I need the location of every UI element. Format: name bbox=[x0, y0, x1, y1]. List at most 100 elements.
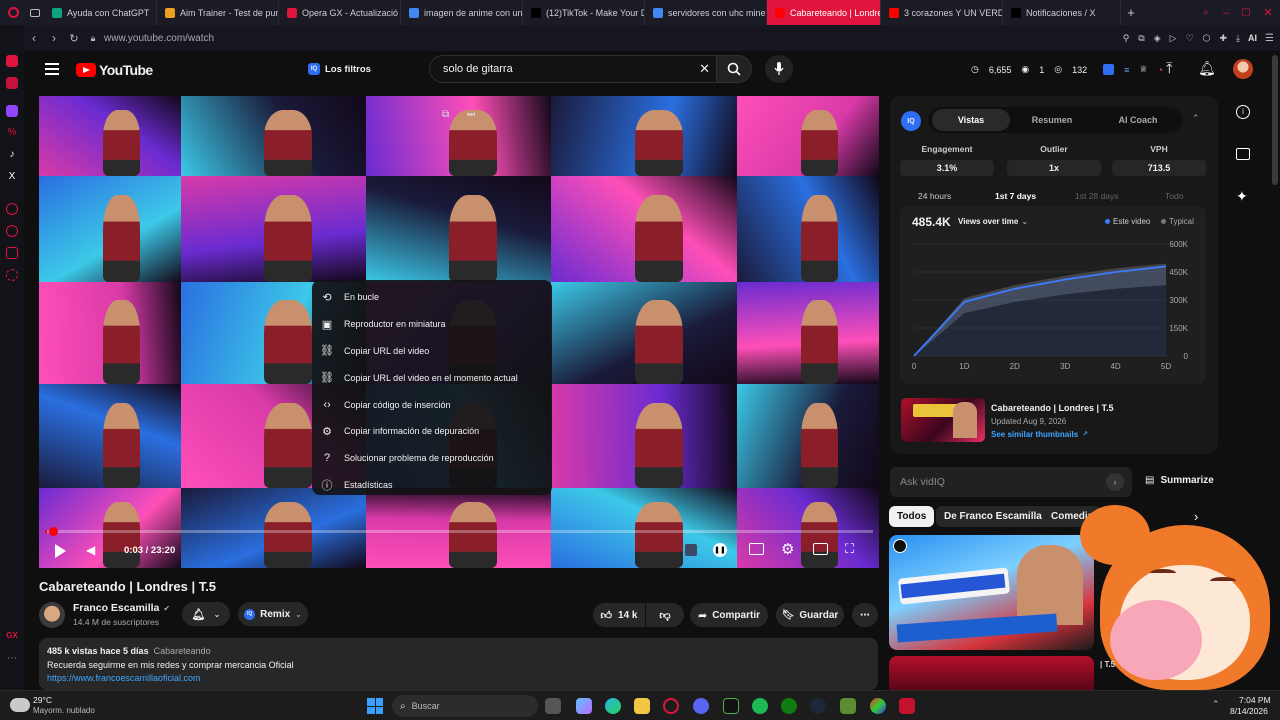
app-icon-colorful[interactable] bbox=[870, 698, 886, 714]
tab-overview-icon[interactable] bbox=[26, 0, 44, 25]
xbox-icon[interactable] bbox=[781, 698, 797, 714]
share-button[interactable]: ➦ Compartir bbox=[690, 603, 768, 627]
twitch-icon[interactable] bbox=[6, 105, 18, 117]
new-tab-button[interactable]: + bbox=[1121, 5, 1141, 20]
browser-tab[interactable]: Notificaciones / X bbox=[1003, 0, 1121, 25]
vidiq-filters-button[interactable]: IQ Los filtros bbox=[308, 59, 371, 79]
app-icon-red[interactable] bbox=[899, 698, 915, 714]
thumbnail-preview[interactable] bbox=[901, 398, 985, 442]
upload-icon[interactable]: ⤒ bbox=[1166, 60, 1173, 77]
browser-tab[interactable]: Opera GX - Actualizació bbox=[279, 0, 401, 25]
browser-tab[interactable]: 3 corazones Y UN VERDE bbox=[881, 0, 1003, 25]
time-range-option[interactable]: 1st 7 days bbox=[995, 191, 1036, 201]
discord-icon[interactable] bbox=[693, 698, 709, 714]
vidiq-trophy-icon[interactable]: ♕ bbox=[1139, 64, 1147, 75]
back-icon[interactable]: ‹ bbox=[24, 31, 44, 45]
music-icon[interactable] bbox=[6, 77, 18, 89]
channel-name[interactable]: Franco Escamilla ✔︎ bbox=[73, 602, 170, 614]
miniplayer-overlay-icon[interactable]: ⧉ bbox=[442, 109, 449, 120]
vidiq-bell-icon[interactable]: ◔ bbox=[1158, 65, 1163, 75]
context-menu-item[interactable]: ⟲ En bucle bbox=[312, 284, 552, 311]
clear-search-icon[interactable]: ✕ bbox=[699, 61, 710, 77]
history-icon[interactable] bbox=[6, 203, 18, 215]
browser-tab[interactable]: imagen de anime con un bbox=[401, 0, 523, 25]
chip-todos[interactable]: Todos bbox=[889, 506, 935, 527]
description-box[interactable]: 485 k vistas hace 5 días Cabareteando Re… bbox=[39, 638, 878, 690]
forward-icon[interactable]: › bbox=[44, 31, 64, 45]
voice-search-button[interactable] bbox=[765, 55, 793, 83]
chip-franco[interactable]: De Franco Escamilla bbox=[936, 506, 1050, 527]
subscribed-bell-button[interactable]: 🔔︎ ⌄ bbox=[182, 602, 230, 626]
percent-icon[interactable]: % bbox=[6, 127, 18, 139]
play-button[interactable] bbox=[55, 544, 66, 558]
close-window-button[interactable]: ✕ bbox=[1256, 6, 1280, 19]
youtube-logo[interactable]: YouTube bbox=[76, 62, 153, 78]
more-actions-button[interactable]: ⋯ bbox=[852, 603, 878, 627]
time-range-option[interactable]: Todo bbox=[1165, 191, 1183, 201]
volume-icon[interactable]: ◀︎ bbox=[86, 543, 95, 557]
like-button[interactable]: 👍︎ 14 k bbox=[593, 603, 645, 627]
miniplayer-icon[interactable] bbox=[813, 543, 828, 555]
taskbar-search[interactable]: ⌕ Buscar bbox=[392, 695, 538, 717]
context-menu-item[interactable]: ⚙ Copiar información de depuración bbox=[312, 418, 552, 445]
context-menu-item[interactable]: ⓘ Estadísticas bbox=[312, 472, 552, 499]
gx-corner-icon[interactable] bbox=[6, 55, 18, 67]
vidiq-tab[interactable]: Vistas bbox=[932, 109, 1010, 131]
context-menu-item[interactable]: ‹› Copiar código de inserción bbox=[312, 391, 552, 418]
browser-tab[interactable]: Cabareteando | Londres |✕ bbox=[767, 0, 881, 25]
collapse-chevron-icon[interactable]: ⌃ bbox=[1192, 113, 1200, 124]
search-tabs-icon[interactable]: ⌕ bbox=[1196, 7, 1216, 18]
context-menu-item[interactable]: ▣ Reproductor en miniatura bbox=[312, 311, 552, 338]
ask-send-icon[interactable]: › bbox=[1106, 473, 1124, 491]
sparkle-side-icon[interactable]: ✦ bbox=[1236, 188, 1248, 205]
minimize-button[interactable]: – bbox=[1216, 7, 1236, 19]
ask-vidiq-field[interactable]: Ask vidIQ › bbox=[890, 467, 1132, 497]
url-field[interactable]: www.youtube.com/watch bbox=[104, 33, 214, 44]
system-tray[interactable]: ⌃ bbox=[1212, 699, 1220, 710]
reload-icon[interactable]: ↻ bbox=[64, 32, 84, 45]
opera-menu-icon[interactable] bbox=[0, 0, 26, 25]
vidiq-toolbar-icon[interactable] bbox=[1103, 64, 1115, 75]
task-view-icon[interactable] bbox=[545, 698, 561, 714]
search-input[interactable]: solo de gitarra bbox=[443, 63, 513, 75]
recommended-thumbnail-2[interactable] bbox=[889, 656, 1094, 690]
skip-overlay-icon[interactable]: ⏭︎ bbox=[467, 109, 475, 120]
ai-button[interactable]: AI bbox=[1248, 33, 1257, 43]
context-menu-item[interactable]: ? Solucionar problema de reproducción bbox=[312, 445, 552, 472]
fullscreen-icon[interactable]: ⛶ bbox=[845, 541, 854, 557]
clock-icon[interactable] bbox=[6, 225, 18, 237]
opera-gx-taskbar-icon[interactable] bbox=[663, 698, 679, 714]
context-menu-item[interactable]: ⛓ Copiar URL del video en el momento actu… bbox=[312, 364, 552, 391]
time-range-option[interactable]: 1st 28 days bbox=[1075, 191, 1118, 201]
steam-icon[interactable] bbox=[810, 698, 826, 714]
terminal-icon[interactable] bbox=[723, 698, 739, 714]
vidiq-player-icon[interactable] bbox=[685, 544, 697, 556]
search-button[interactable] bbox=[716, 55, 752, 83]
browser-tab[interactable]: servidores con uhc mine bbox=[645, 0, 767, 25]
remix-button[interactable]: IQ Remix ⌄ bbox=[238, 602, 308, 626]
dislike-button[interactable]: 👎︎ bbox=[646, 603, 684, 627]
video-player[interactable]: ⧉ ⏭︎ ⟲ En bucle ▣ Reproductor en miniatura ⛓… bbox=[39, 96, 879, 568]
menu-icon[interactable]: ☰ bbox=[1265, 33, 1274, 44]
vidiq-tab[interactable]: AI Coach bbox=[1095, 109, 1181, 131]
cube-icon[interactable] bbox=[6, 247, 18, 259]
summarize-button[interactable]: ▤ Summarize bbox=[1145, 475, 1214, 486]
description-link[interactable]: https://www.francoescamillaoficial.com bbox=[47, 672, 870, 686]
copilot-icon[interactable] bbox=[576, 698, 592, 714]
x-icon[interactable]: X bbox=[6, 171, 18, 183]
edge-icon[interactable] bbox=[605, 698, 621, 714]
browser-tab[interactable]: Aim Trainer - Test de pun bbox=[157, 0, 279, 25]
windows-start-icon[interactable] bbox=[367, 698, 383, 714]
more-icon[interactable]: ⋯ bbox=[6, 653, 18, 665]
browser-tab[interactable]: (12)TikTok - Make Your D bbox=[523, 0, 645, 25]
progress-bar[interactable] bbox=[45, 527, 873, 536]
recommended-thumbnail-1[interactable] bbox=[889, 535, 1094, 650]
similar-thumbnails-link[interactable]: See similar thumbnails ↗ bbox=[991, 430, 1088, 439]
page-scrollbar[interactable] bbox=[1272, 55, 1278, 185]
progress-handle[interactable] bbox=[49, 527, 58, 536]
chat-side-icon[interactable] bbox=[1236, 148, 1250, 160]
time-range-option[interactable]: 24 hours bbox=[918, 191, 951, 201]
save-button[interactable]: 🔖︎ Guardar bbox=[776, 603, 844, 627]
minecraft-icon[interactable] bbox=[840, 698, 856, 714]
settings-gear-icon[interactable]: ⚙︎ bbox=[781, 540, 794, 558]
